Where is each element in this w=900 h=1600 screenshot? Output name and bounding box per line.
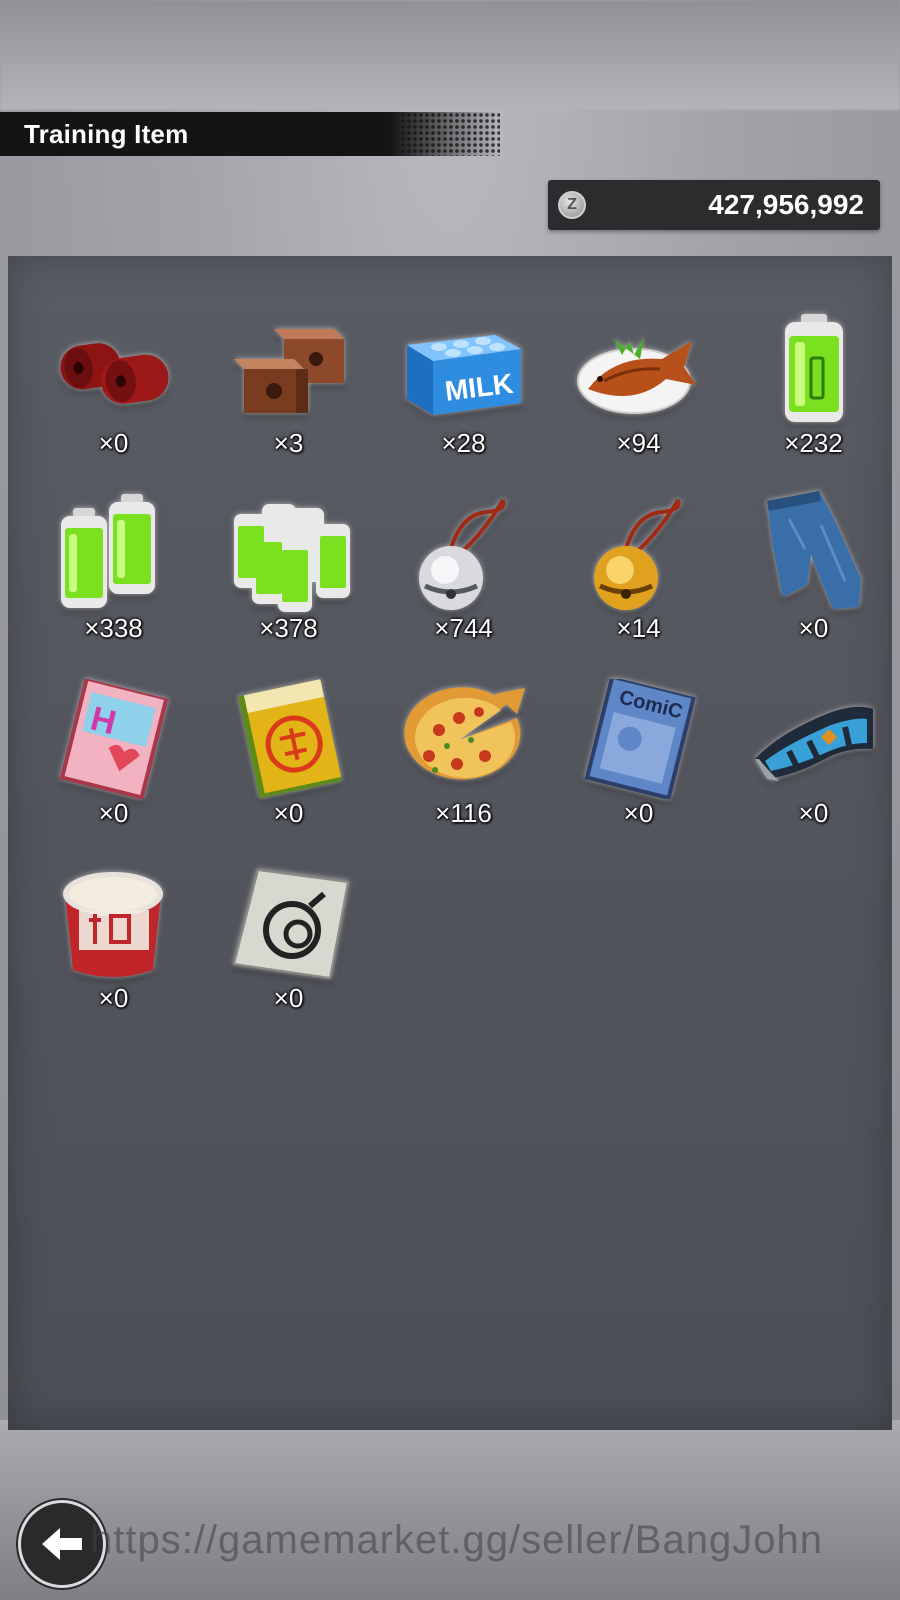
item-cell[interactable]: ×116: [376, 684, 551, 829]
seal-card-icon: [232, 868, 349, 980]
item-cell[interactable]: H ×0: [26, 679, 201, 829]
back-arrow-icon: [42, 1528, 82, 1560]
item-cell[interactable]: ×338: [26, 494, 201, 644]
banner-halftone: [400, 112, 500, 156]
jeans-icon: [766, 491, 861, 609]
green-battery-icon: [784, 314, 843, 422]
item-cell[interactable]: ×0: [726, 491, 900, 644]
item-cell[interactable]: ×0: [26, 869, 201, 1014]
pizza-icon: [403, 687, 525, 780]
item-count: ×232: [784, 428, 843, 458]
item-cell[interactable]: ×744: [376, 498, 551, 644]
page-title: Training Item: [24, 118, 189, 149]
item-count: ×28: [441, 428, 486, 458]
item-count: ×0: [98, 983, 129, 1013]
item-count: ×94: [616, 428, 661, 458]
item-cell[interactable]: MILK ×28: [376, 314, 551, 459]
item-panel: ×0 ×3 MILK ×28 ×94 ×232 ×338 ×378 ×744 ×…: [8, 256, 892, 1430]
battery-pack-icon: [233, 504, 350, 612]
item-cell[interactable]: ComiC ×0: [551, 679, 726, 829]
item-cell[interactable]: ×3: [201, 314, 376, 459]
gold-bell-icon: [593, 498, 681, 610]
item-count: ×0: [798, 798, 829, 828]
copper-bricks-icon: [233, 329, 344, 413]
joke-book-icon: [237, 679, 342, 799]
item-cell[interactable]: ×0: [726, 684, 900, 829]
comic-magazine-icon: ComiC: [584, 679, 696, 799]
item-count: ×378: [259, 613, 318, 643]
double-battery-icon: [60, 494, 155, 608]
item-count: ×3: [273, 428, 304, 458]
item-cell[interactable]: ×0: [201, 679, 376, 829]
cup-noodle-icon: [62, 872, 163, 977]
item-cell[interactable]: ×14: [551, 498, 726, 644]
red-weights-icon: [59, 343, 169, 404]
watermark: https://gamemarket.gg/seller/BangJohn: [90, 1518, 823, 1562]
item-count: ×0: [273, 983, 304, 1013]
item-count: ×0: [273, 798, 304, 828]
item-cell[interactable]: ×0: [26, 314, 201, 459]
grilled-fish-icon: [576, 337, 696, 414]
item-grid: ×0 ×3 MILK ×28 ×94 ×232 ×338 ×378 ×744 ×…: [26, 314, 876, 1014]
item-count: ×0: [98, 428, 129, 458]
currency-amount: 427,956,992: [708, 189, 864, 220]
item-count: ×0: [623, 798, 654, 828]
item-count: ×0: [98, 798, 129, 828]
item-cell[interactable]: ×378: [201, 499, 376, 644]
wristband-icon: [754, 706, 873, 781]
silver-bell-icon: [418, 498, 506, 610]
coin-icon: Z: [558, 191, 586, 219]
item-cell[interactable]: ×94: [551, 314, 726, 459]
item-count: ×744: [434, 613, 493, 643]
item-cell[interactable]: ×232: [726, 314, 900, 459]
item-cell[interactable]: ×0: [201, 868, 376, 1014]
currency-display: Z 427,956,992: [548, 180, 880, 230]
pink-magazine-icon: H: [59, 679, 168, 799]
item-count: ×14: [616, 613, 661, 643]
background-haze-top: [0, 0, 900, 110]
item-count: ×116: [435, 798, 492, 828]
milk-carton-icon: MILK: [406, 335, 521, 415]
background-haze-bottom: [0, 1420, 900, 1600]
item-count: ×338: [84, 613, 143, 643]
